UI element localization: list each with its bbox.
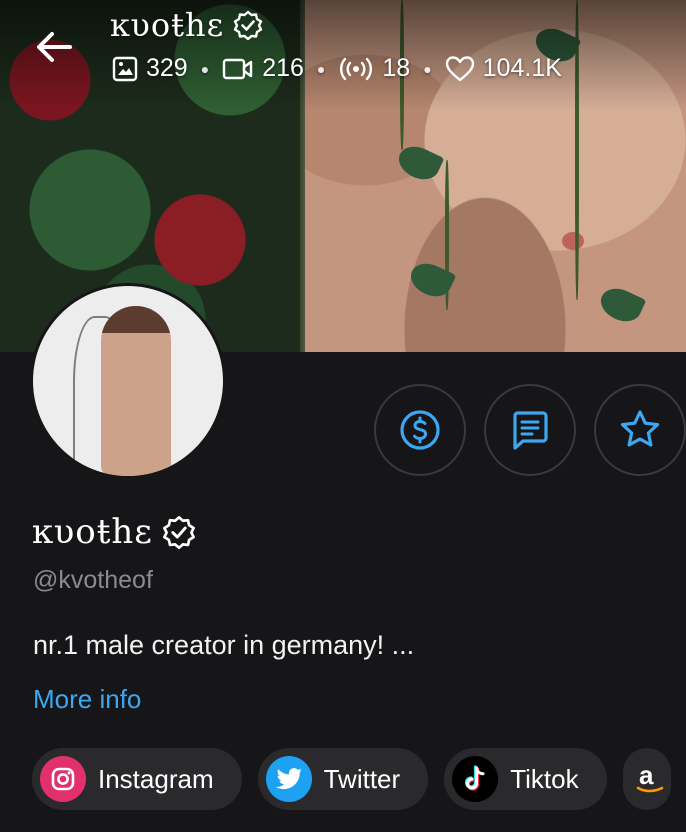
profile-bio: nr.1 male creator in germany! ... [33, 630, 415, 660]
social-chip-twitter[interactable]: Twitter [257, 748, 429, 810]
message-button[interactable] [484, 384, 576, 476]
tiktok-icon [452, 756, 499, 802]
back-button[interactable] [34, 28, 74, 66]
verified-icon [162, 516, 195, 550]
star-icon [620, 410, 660, 447]
twitter-icon [265, 756, 312, 802]
stat-streams[interactable]: 18 [338, 54, 410, 83]
likes-count: 104.1K [482, 54, 562, 82]
separator: ● [200, 60, 210, 77]
broadcast-icon [340, 57, 373, 80]
social-chip-tiktok[interactable]: Tiktok [444, 748, 607, 810]
favorite-button[interactable] [594, 384, 686, 476]
profile-handle: @kvotheof [33, 566, 153, 594]
dollar-circle-icon [400, 410, 440, 450]
avatar[interactable] [30, 283, 226, 479]
avatar-figure [101, 306, 171, 476]
stat-videos[interactable]: 216 [222, 54, 304, 83]
photo-detail [562, 232, 584, 250]
photos-count: 329 [146, 54, 188, 82]
separator: ● [423, 60, 432, 77]
arrow-left-icon [37, 32, 72, 62]
tip-button[interactable] [374, 384, 466, 476]
video-icon [222, 58, 253, 79]
separator: ● [316, 60, 326, 77]
profile-name-row: ĸυoŧhɛ [32, 512, 197, 552]
social-links: Instagram Twitter Tiktok a [32, 748, 671, 810]
social-label: Instagram [98, 763, 214, 794]
svg-text:a: a [639, 762, 654, 790]
stat-photos[interactable]: 329 [112, 54, 188, 83]
social-chip-instagram[interactable]: Instagram [32, 748, 242, 810]
profile-actions [374, 384, 686, 476]
profile-name: ĸυoŧhɛ [32, 512, 153, 552]
amazon-icon: a [630, 756, 671, 802]
verified-icon [233, 10, 263, 41]
image-icon [112, 56, 138, 81]
header-stats: 329 ● 216 ● 18 ● 104.1K [112, 54, 562, 83]
header-title: ĸυoŧhɛ [110, 6, 225, 44]
social-label: Twitter [323, 763, 401, 794]
social-label: Tiktok [510, 763, 579, 794]
social-chip-amazon[interactable]: a [622, 748, 671, 810]
avatar-photo [33, 286, 223, 476]
heart-icon [445, 55, 474, 81]
streams-count: 18 [382, 54, 411, 82]
message-icon [513, 411, 548, 450]
instagram-icon [40, 756, 86, 802]
header-title-row: ĸυoŧhɛ [110, 6, 264, 44]
videos-count: 216 [262, 54, 304, 82]
stat-likes[interactable]: 104.1K [445, 54, 562, 83]
more-info-link[interactable]: More info [33, 684, 141, 715]
